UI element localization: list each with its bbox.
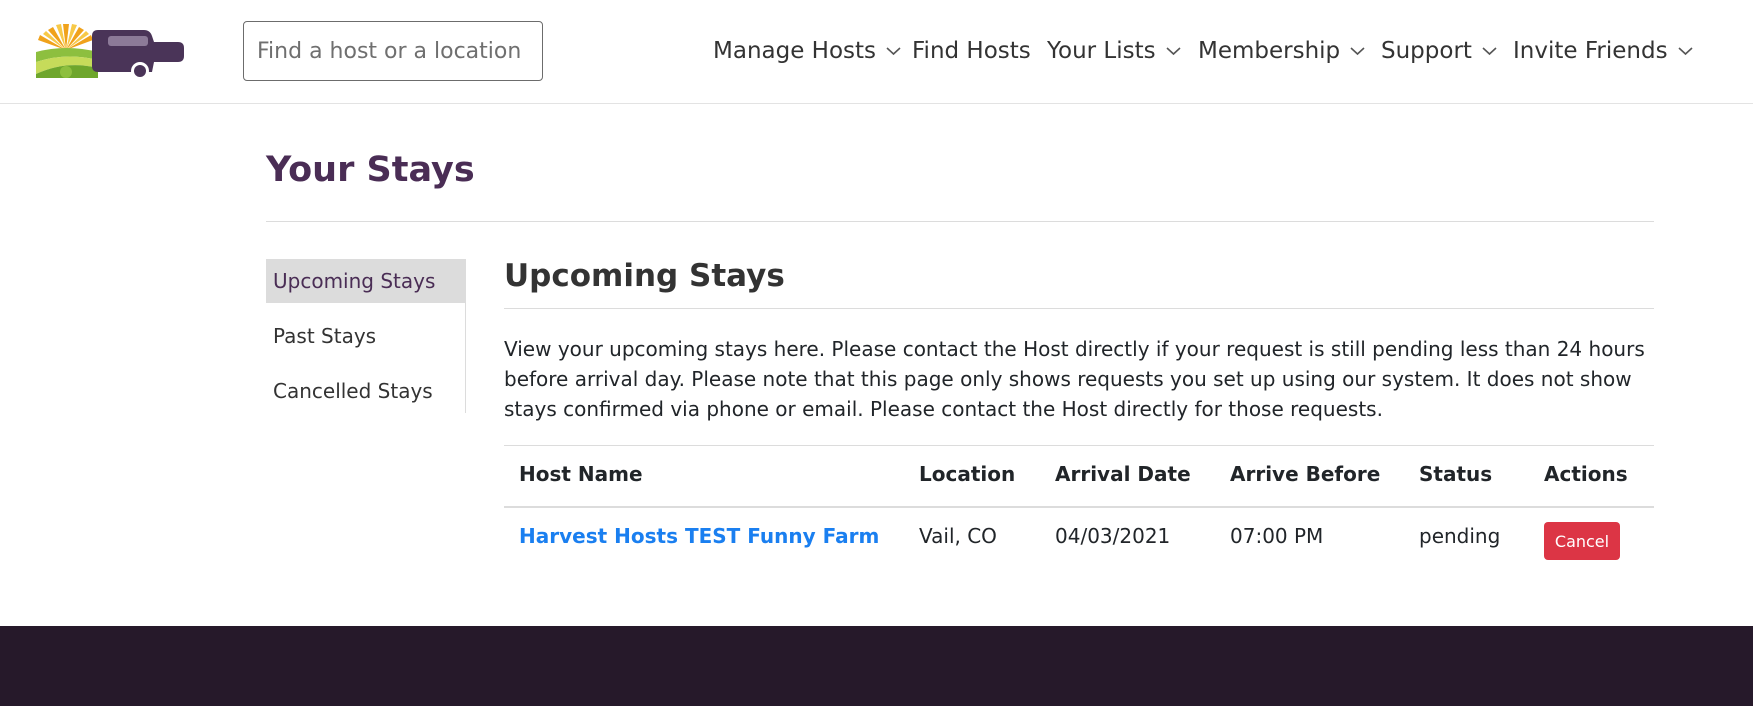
nav-manage-hosts-label: Manage Hosts	[713, 38, 877, 64]
site-header: Manage Hosts Find Hosts Your Lists Membe…	[0, 0, 1753, 104]
arrive-before-cell: 07:00 PM	[1230, 524, 1324, 548]
nav-membership-label: Membership	[1198, 38, 1341, 64]
arrival-date-cell: 04/03/2021	[1055, 524, 1171, 548]
nav-invite-friends[interactable]: Invite Friends	[1513, 38, 1693, 64]
nav-support-label: Support	[1381, 38, 1472, 64]
page-title: Your Stays	[266, 150, 475, 190]
chevron-down-icon	[1166, 47, 1181, 56]
nav-support[interactable]: Support	[1381, 38, 1497, 64]
chevron-down-icon	[1350, 47, 1365, 56]
location-cell: Vail, CO	[919, 524, 997, 548]
column-header-status: Status	[1419, 462, 1493, 486]
divider	[504, 308, 1654, 309]
nav-your-lists[interactable]: Your Lists	[1047, 38, 1181, 64]
column-header-host-name: Host Name	[519, 462, 643, 486]
table-top-border	[504, 445, 1654, 446]
chevron-down-icon	[1678, 47, 1693, 56]
nav-find-hosts-label: Find Hosts	[912, 38, 1031, 64]
intro-text: View your upcoming stays here. Please co…	[504, 337, 1645, 421]
stays-sidebar: Upcoming Stays Past Stays Cancelled Stay…	[266, 259, 466, 413]
sidebar-item-upcoming-stays[interactable]: Upcoming Stays	[266, 259, 465, 303]
nav-manage-hosts[interactable]: Manage Hosts	[713, 38, 901, 64]
search-input[interactable]	[243, 21, 543, 81]
sidebar-item-label: Cancelled Stays	[273, 379, 433, 403]
sidebar-item-label: Past Stays	[273, 324, 377, 348]
chevron-down-icon	[1482, 47, 1497, 56]
site-footer	[0, 626, 1753, 706]
sidebar-item-cancelled-stays[interactable]: Cancelled Stays	[266, 369, 465, 413]
column-header-arrive-before: Arrive Before	[1230, 462, 1381, 486]
nav-invite-friends-label: Invite Friends	[1513, 38, 1668, 64]
sidebar-item-past-stays[interactable]: Past Stays	[266, 314, 465, 358]
harvest-hosts-logo[interactable]	[36, 22, 206, 82]
sidebar-item-label: Upcoming Stays	[273, 269, 436, 293]
chevron-down-icon	[886, 47, 901, 56]
divider	[266, 221, 1654, 222]
column-header-actions: Actions	[1544, 462, 1628, 486]
nav-membership[interactable]: Membership	[1198, 38, 1365, 64]
column-header-arrival-date: Arrival Date	[1055, 462, 1191, 486]
nav-find-hosts[interactable]: Find Hosts	[912, 38, 1031, 64]
nav-your-lists-label: Your Lists	[1047, 38, 1156, 64]
cancel-button[interactable]: Cancel	[1544, 522, 1620, 560]
section-title: Upcoming Stays	[504, 258, 785, 294]
status-cell: pending	[1419, 524, 1501, 548]
table-header-border	[504, 506, 1654, 508]
column-header-location: Location	[919, 462, 1016, 486]
host-name-link[interactable]: Harvest Hosts TEST Funny Farm	[519, 524, 879, 548]
